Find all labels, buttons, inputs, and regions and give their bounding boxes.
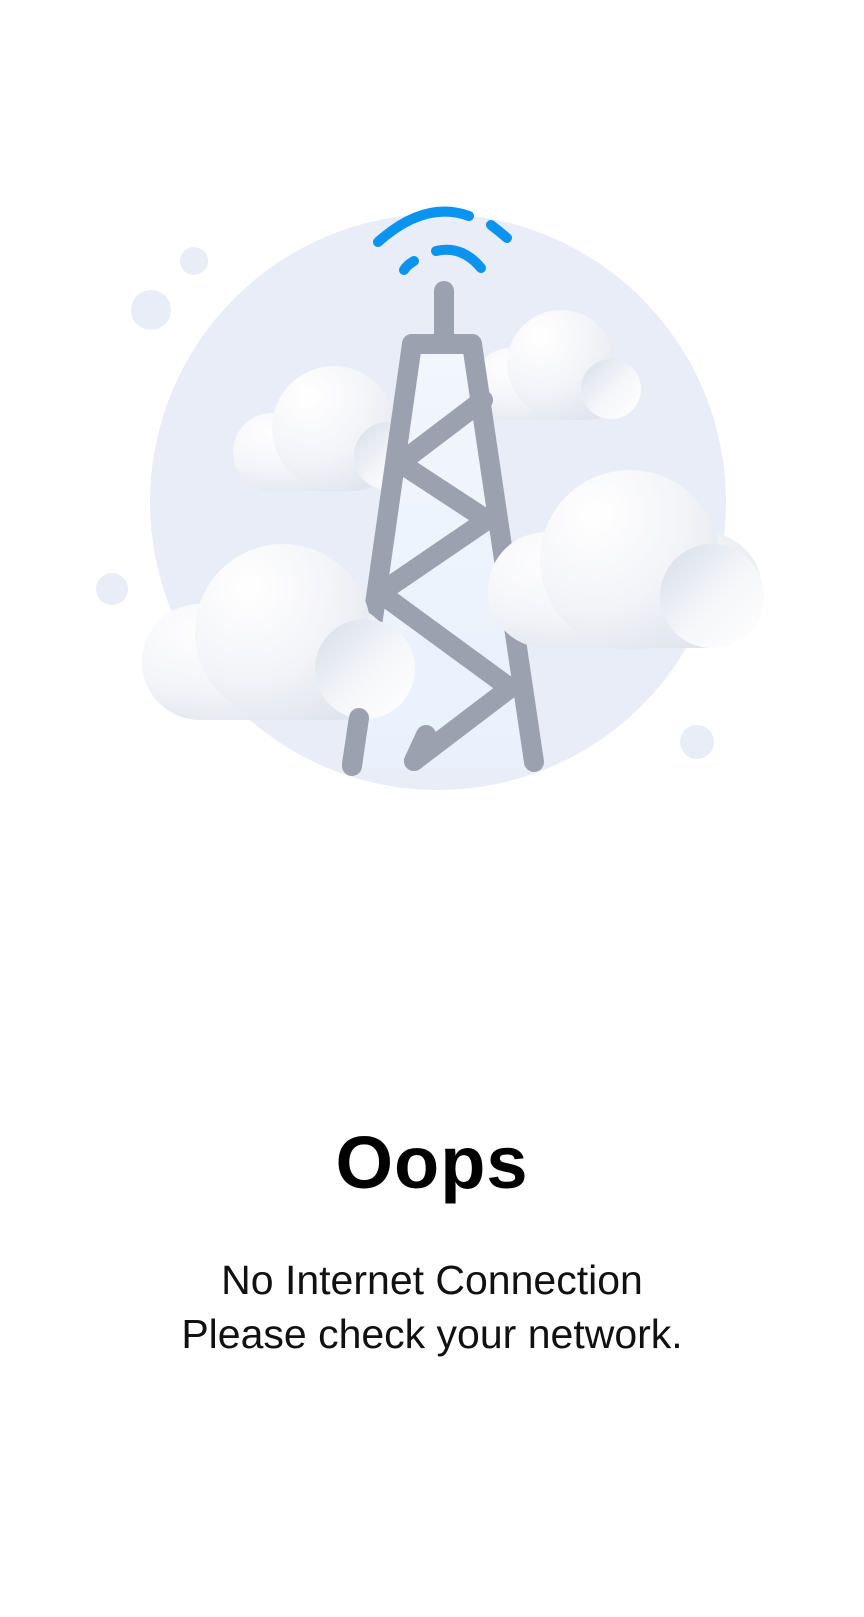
decor-dot [680,725,714,759]
decor-dot [96,573,128,605]
decor-dot [131,290,171,330]
error-message: No Internet Connection Please check your… [0,1253,864,1361]
no-connection-illustration [0,0,864,800]
error-message-line-2: Please check your network. [181,1311,683,1357]
error-message-line-1: No Internet Connection [221,1257,643,1303]
error-title: Oops [335,1121,529,1204]
decor-dot [180,247,208,275]
